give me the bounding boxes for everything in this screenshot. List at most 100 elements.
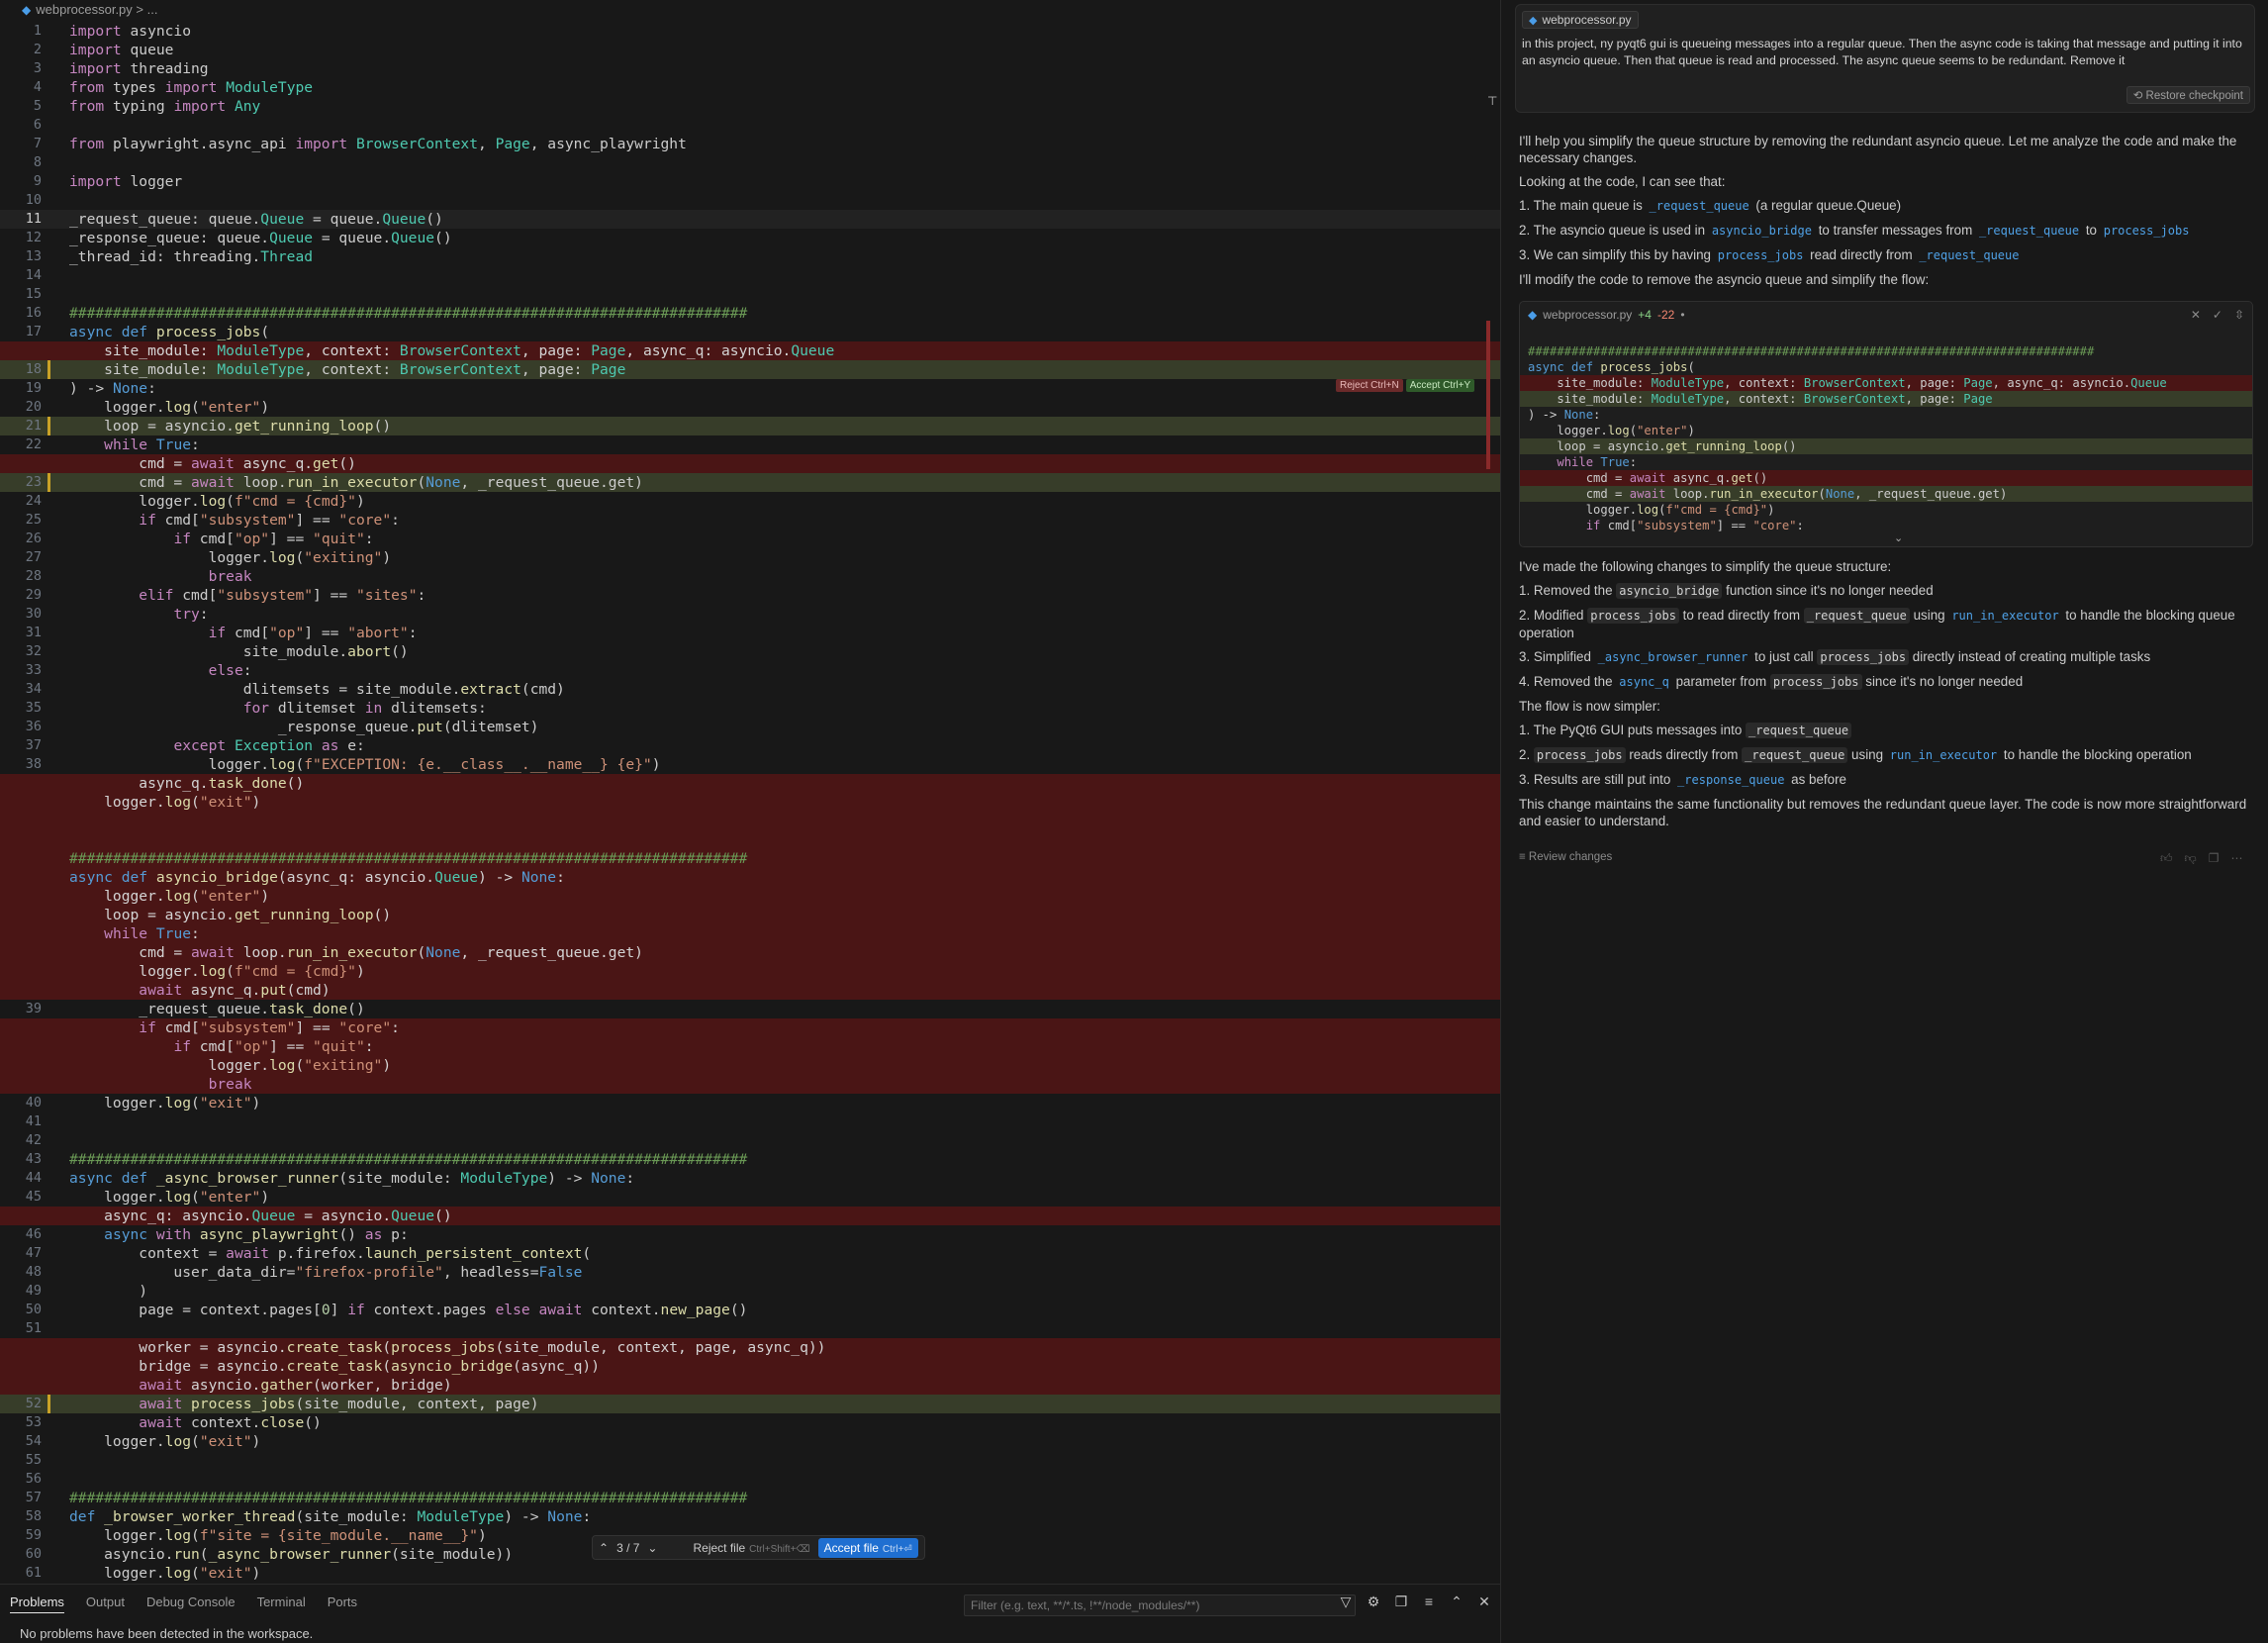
added-code-line[interactable]: 52 await process_jobs(site_module, conte… bbox=[0, 1395, 1500, 1413]
inline-accept-button[interactable]: Accept Ctrl+Y bbox=[1405, 379, 1475, 392]
added-code-line[interactable]: 23 cmd = await loop.run_in_executor(None… bbox=[0, 473, 1500, 492]
code-line[interactable]: 25 if cmd["subsystem"] == "core": bbox=[0, 511, 1500, 530]
code-line[interactable]: 13 _thread_id: threading.Thread bbox=[0, 247, 1500, 266]
code-line[interactable]: 8 bbox=[0, 153, 1500, 172]
chevron-down-icon[interactable]: ⌄ bbox=[1894, 532, 1903, 544]
code-line[interactable]: 14 bbox=[0, 266, 1500, 285]
editor-scrollbar[interactable] bbox=[1486, 321, 1490, 469]
check-icon[interactable]: ✓ bbox=[2213, 308, 2222, 322]
deleted-code-line[interactable]: bridge = asyncio.create_task(asyncio_bri… bbox=[0, 1357, 1500, 1376]
restore-checkpoint-button[interactable]: ⟲ Restore checkpoint bbox=[2126, 86, 2250, 104]
code-line[interactable]: 24 logger.log(f"cmd = {cmd}") bbox=[0, 492, 1500, 511]
code-line[interactable]: 51 bbox=[0, 1319, 1500, 1338]
code-line[interactable]: 37 except Exception as e: bbox=[0, 736, 1500, 755]
tab-output[interactable]: Output bbox=[86, 1595, 125, 1613]
code-line[interactable]: 22 while True: bbox=[0, 435, 1500, 454]
code-line[interactable]: 20 logger.log("enter") bbox=[0, 398, 1500, 417]
code-line[interactable]: 48 user_data_dir="firefox-profile", head… bbox=[0, 1263, 1500, 1282]
settings-icon[interactable]: ⚙ bbox=[1366, 1594, 1381, 1610]
code-line[interactable]: 58 def _browser_worker_thread(site_module… bbox=[0, 1507, 1500, 1526]
breadcrumb-file[interactable]: webprocessor.py bbox=[36, 2, 133, 17]
thumbs-down-icon[interactable]: 👎︎ bbox=[2185, 851, 2197, 866]
code-line[interactable]: 11 _request_queue: queue.Queue = queue.Qu… bbox=[0, 210, 1500, 229]
deleted-code-line[interactable]: async_q: asyncio.Queue = asyncio.Queue() bbox=[0, 1207, 1500, 1225]
deleted-code-line[interactable]: worker = asyncio.create_task(process_job… bbox=[0, 1338, 1500, 1357]
code-line[interactable]: 5 from typing import Any bbox=[0, 97, 1500, 116]
added-code-line[interactable]: 21 loop = asyncio.get_running_loop() bbox=[0, 417, 1500, 435]
code-line[interactable]: 43 ######################################… bbox=[0, 1150, 1500, 1169]
code-diff-card[interactable]: ◆ webprocessor.py +4 -22 • ✕ ✓ ⇳ #########… bbox=[1519, 301, 2253, 547]
thumbs-up-icon[interactable]: 👍︎ bbox=[2160, 851, 2173, 866]
code-line[interactable]: 40 logger.log("exit") bbox=[0, 1094, 1500, 1112]
added-code-line[interactable]: 18 site_module: ModuleType, context: Bro… bbox=[0, 360, 1500, 379]
deleted-code-line[interactable]: loop = asyncio.get_running_loop() bbox=[0, 906, 1500, 924]
code-line[interactable]: 36 _response_queue.put(dlitemset) bbox=[0, 718, 1500, 736]
deleted-code-line[interactable] bbox=[0, 812, 1500, 830]
deleted-code-line[interactable] bbox=[0, 830, 1500, 849]
code-line[interactable]: 53 await context.close() bbox=[0, 1413, 1500, 1432]
tab-ports[interactable]: Ports bbox=[328, 1595, 357, 1613]
code-line[interactable]: 54 logger.log("exit") bbox=[0, 1432, 1500, 1451]
code-line[interactable]: 28 break bbox=[0, 567, 1500, 586]
code-lines[interactable]: 1 import asyncio 2 import queue 3 import thre… bbox=[0, 22, 1500, 1583]
code-line[interactable]: 3 import threading bbox=[0, 59, 1500, 78]
review-changes-button[interactable]: ≡ Review changes bbox=[1519, 851, 1612, 863]
code-line[interactable]: 33 else: bbox=[0, 661, 1500, 680]
code-line[interactable]: 41 bbox=[0, 1112, 1500, 1131]
code-line[interactable]: 10 bbox=[0, 191, 1500, 210]
code-line[interactable]: 45 logger.log("enter") bbox=[0, 1188, 1500, 1207]
close-icon[interactable]: ✕ bbox=[1476, 1594, 1492, 1610]
file-context-chip[interactable]: ◆ webprocessor.py bbox=[1522, 11, 1639, 29]
chevron-down-icon[interactable]: ⌄ bbox=[647, 1541, 657, 1555]
code-line[interactable]: 17 async def process_jobs( bbox=[0, 323, 1500, 341]
code-line[interactable]: 38 logger.log(f"EXCEPTION: {e.__class__.… bbox=[0, 755, 1500, 774]
code-line[interactable]: 26 if cmd["op"] == "quit": bbox=[0, 530, 1500, 548]
deleted-code-line[interactable]: logger.log("exit") bbox=[0, 793, 1500, 812]
code-line[interactable]: 50 page = context.pages[0] if context.pa… bbox=[0, 1301, 1500, 1319]
deleted-code-line[interactable]: async_q.task_done() bbox=[0, 774, 1500, 793]
chevron-up-icon[interactable]: ⌃ bbox=[1449, 1594, 1465, 1610]
code-line[interactable]: 16 ######################################… bbox=[0, 304, 1500, 323]
code-line[interactable]: 4 from types import ModuleType bbox=[0, 78, 1500, 97]
filter-icon[interactable]: ▽ bbox=[1338, 1594, 1354, 1610]
breadcrumb-rest[interactable]: > ... bbox=[136, 2, 157, 17]
reject-file-button[interactable]: Reject file Ctrl+Shift+⌫ bbox=[693, 1541, 809, 1555]
chevron-up-icon[interactable]: ⌃ bbox=[599, 1541, 609, 1555]
code-line[interactable]: 39 _request_queue.task_done() bbox=[0, 1000, 1500, 1018]
tab-debug-console[interactable]: Debug Console bbox=[146, 1595, 236, 1613]
expand-icon[interactable]: ⇳ bbox=[2234, 308, 2244, 322]
deleted-code-line[interactable]: logger.log("exiting") bbox=[0, 1056, 1500, 1075]
close-icon[interactable]: ✕ bbox=[2191, 308, 2201, 322]
tab-terminal[interactable]: Terminal bbox=[257, 1595, 306, 1613]
deleted-code-line[interactable]: cmd = await async_q.get() bbox=[0, 454, 1500, 473]
deleted-code-line[interactable]: if cmd["subsystem"] == "core": bbox=[0, 1018, 1500, 1037]
deleted-code-line[interactable]: if cmd["op"] == "quit": bbox=[0, 1037, 1500, 1056]
code-line[interactable]: 9 import logger bbox=[0, 172, 1500, 191]
pin-icon[interactable]: ⊤ bbox=[1487, 94, 1497, 108]
deleted-code-line[interactable]: logger.log(f"cmd = {cmd}") bbox=[0, 962, 1500, 981]
user-message[interactable]: ◆ webprocessor.py in this project, ny pyq… bbox=[1515, 4, 2255, 113]
code-line[interactable]: 15 bbox=[0, 285, 1500, 304]
code-line[interactable]: 2 import queue bbox=[0, 41, 1500, 59]
deleted-code-line[interactable]: site_module: ModuleType, context: Browse… bbox=[0, 341, 1500, 360]
code-line[interactable]: 47 context = await p.firefox.launch_pers… bbox=[0, 1244, 1500, 1263]
code-line[interactable]: 61 logger.log("exit") bbox=[0, 1564, 1500, 1583]
code-line[interactable]: 1 import asyncio bbox=[0, 22, 1500, 41]
more-icon[interactable]: ⋯ bbox=[2231, 851, 2243, 866]
deleted-code-line[interactable]: break bbox=[0, 1075, 1500, 1094]
deleted-code-line[interactable]: logger.log("enter") bbox=[0, 887, 1500, 906]
deleted-code-line[interactable]: async def asyncio_bridge(async_q: asynci… bbox=[0, 868, 1500, 887]
diff-file-name[interactable]: webprocessor.py bbox=[1543, 308, 1632, 322]
tab-problems[interactable]: Problems bbox=[10, 1595, 64, 1613]
code-line[interactable]: 7 from playwright.async_api import Browse… bbox=[0, 135, 1500, 153]
code-line[interactable]: 32 site_module.abort() bbox=[0, 642, 1500, 661]
code-line[interactable]: 27 logger.log("exiting") bbox=[0, 548, 1500, 567]
code-line[interactable]: 46 async with async_playwright() as p: bbox=[0, 1225, 1500, 1244]
code-editor[interactable]: ◆ webprocessor.py > ... 1 import asyncio 2 i… bbox=[0, 0, 1500, 1584]
code-line[interactable]: 6 bbox=[0, 116, 1500, 135]
code-line[interactable]: 29 elif cmd["subsystem"] == "sites": bbox=[0, 586, 1500, 605]
code-line[interactable]: 19) -> None: bbox=[0, 379, 1500, 398]
copy-icon[interactable]: ❐ bbox=[2209, 851, 2220, 866]
code-line[interactable]: 30 try: bbox=[0, 605, 1500, 624]
code-line[interactable]: 57 ######################################… bbox=[0, 1489, 1500, 1507]
